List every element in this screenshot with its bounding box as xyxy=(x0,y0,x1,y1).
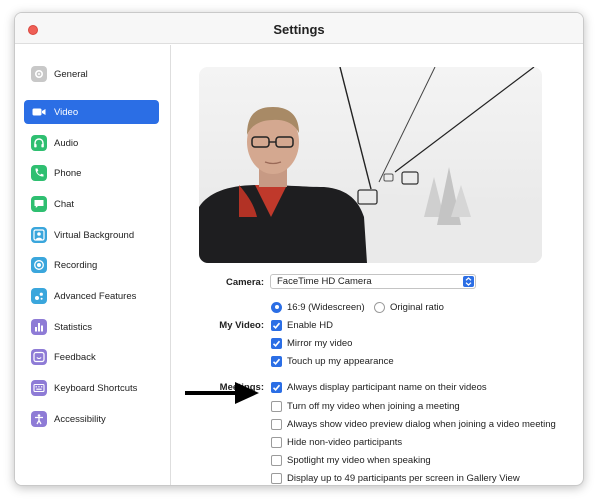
touch-up-label: Touch up my appearance xyxy=(287,355,394,367)
gallery-49-label: Display up to 49 participants per screen… xyxy=(287,472,520,484)
sidebar-item-video[interactable]: Video xyxy=(24,100,159,124)
display-names-option[interactable]: Always display participant name on their… xyxy=(271,380,487,394)
hide-non-video-checkbox[interactable] xyxy=(271,436,282,448)
sidebar-item-label: Accessibility xyxy=(54,413,106,425)
sidebar-item-feedback[interactable]: Feedback xyxy=(24,345,159,369)
sidebar-item-general[interactable]: General xyxy=(24,62,159,86)
pointer-arrow-icon xyxy=(185,382,259,404)
camera-label: Camera: xyxy=(225,277,264,288)
aspect-widescreen-option[interactable]: 16:9 (Widescreen) xyxy=(271,300,365,314)
gallery-49-checkbox[interactable] xyxy=(271,472,282,484)
sidebar-item-audio[interactable]: Audio xyxy=(24,131,159,155)
video-preview xyxy=(199,67,542,263)
sidebar-item-keyboard-shortcuts[interactable]: Keyboard Shortcuts xyxy=(24,376,159,400)
sidebar-item-statistics[interactable]: Statistics xyxy=(24,315,159,339)
enable-hd-label: Enable HD xyxy=(287,319,333,331)
hide-non-video-option[interactable]: Hide non-video participants xyxy=(271,435,402,449)
sidebar-item-label: General xyxy=(54,68,88,80)
window-title: Settings xyxy=(273,22,325,37)
turn-off-video-option[interactable]: Turn off my video when joining a meeting xyxy=(271,399,460,413)
spotlight-checkbox[interactable] xyxy=(271,454,282,466)
person-background-icon xyxy=(31,227,47,243)
sidebar-item-label: Recording xyxy=(54,259,98,271)
bar-chart-icon xyxy=(31,319,47,335)
chevron-up-down-icon xyxy=(463,276,474,287)
original-ratio-radio[interactable] xyxy=(374,301,385,313)
preview-dialog-option[interactable]: Always show video preview dialog when jo… xyxy=(271,417,556,431)
video-camera-icon xyxy=(31,104,47,120)
smiley-icon xyxy=(31,349,47,365)
spotlight-option[interactable]: Spotlight my video when speaking xyxy=(271,453,431,467)
sidebar-item-phone[interactable]: Phone xyxy=(24,161,159,185)
chat-bubble-icon xyxy=(31,196,47,212)
sidebar-item-label: Video xyxy=(54,106,79,118)
sidebar-item-virtual-background[interactable]: Virtual Background xyxy=(24,223,159,247)
headphones-icon xyxy=(31,135,47,151)
phone-icon xyxy=(31,165,47,181)
preview-dialog-checkbox[interactable] xyxy=(271,418,282,430)
mirror-video-label: Mirror my video xyxy=(287,337,353,349)
sidebar-item-label: Phone xyxy=(54,167,82,179)
hide-non-video-label: Hide non-video participants xyxy=(287,436,403,448)
video-settings-panel: Camera: FaceTime HD Camera 16:9 (Widescr… xyxy=(172,45,583,485)
mirror-video-checkbox[interactable] xyxy=(271,337,282,349)
widescreen-radio[interactable] xyxy=(271,301,282,313)
accessibility-person-icon xyxy=(31,411,47,427)
enable-hd-checkbox[interactable] xyxy=(271,319,282,331)
sidebar-item-chat[interactable]: Chat xyxy=(24,192,159,216)
settings-sidebar: General Video Audio Phone Chat Virtual B… xyxy=(15,45,171,485)
sidebar-item-advanced-features[interactable]: Advanced Features xyxy=(24,284,159,308)
turn-off-video-checkbox[interactable] xyxy=(271,400,282,412)
sidebar-item-label: Statistics xyxy=(54,321,93,333)
original-ratio-label: Original ratio xyxy=(390,301,444,313)
keyboard-icon xyxy=(31,380,47,396)
touch-up-checkbox[interactable] xyxy=(271,355,282,367)
preview-dialog-label: Always show video preview dialog when jo… xyxy=(287,418,556,430)
enable-hd-option[interactable]: Enable HD xyxy=(271,318,333,332)
sidebar-item-label: Keyboard Shortcuts xyxy=(54,382,138,394)
sidebar-item-label: Advanced Features xyxy=(54,290,137,302)
display-names-checkbox[interactable] xyxy=(271,381,282,393)
spotlight-label: Spotlight my video when speaking xyxy=(287,454,431,466)
gallery-49-option[interactable]: Display up to 49 participants per screen… xyxy=(271,471,520,485)
sidebar-item-label: Chat xyxy=(54,198,75,210)
display-names-label: Always display participant name on their… xyxy=(287,381,487,393)
sparkle-icon xyxy=(31,288,47,304)
mirror-video-option[interactable]: Mirror my video xyxy=(271,336,352,350)
record-icon xyxy=(31,257,47,273)
my-video-label: My Video: xyxy=(219,320,264,331)
widescreen-label: 16:9 (Widescreen) xyxy=(287,301,365,313)
sidebar-item-accessibility[interactable]: Accessibility xyxy=(24,407,159,431)
camera-select-value: FaceTime HD Camera xyxy=(277,276,372,287)
settings-window: Settings General Video Audio Phone Chat … xyxy=(14,12,584,486)
gear-icon xyxy=(31,66,47,82)
turn-off-video-label: Turn off my video when joining a meeting xyxy=(287,400,460,412)
touch-up-option[interactable]: Touch up my appearance xyxy=(271,354,394,368)
sidebar-item-recording[interactable]: Recording xyxy=(24,253,159,277)
camera-select[interactable]: FaceTime HD Camera xyxy=(270,274,476,289)
aspect-original-option[interactable]: Original ratio xyxy=(374,300,444,314)
title-bar: Settings xyxy=(15,13,583,44)
sidebar-item-label: Virtual Background xyxy=(54,229,135,241)
sidebar-item-label: Feedback xyxy=(54,351,96,363)
sidebar-item-label: Audio xyxy=(54,137,79,149)
